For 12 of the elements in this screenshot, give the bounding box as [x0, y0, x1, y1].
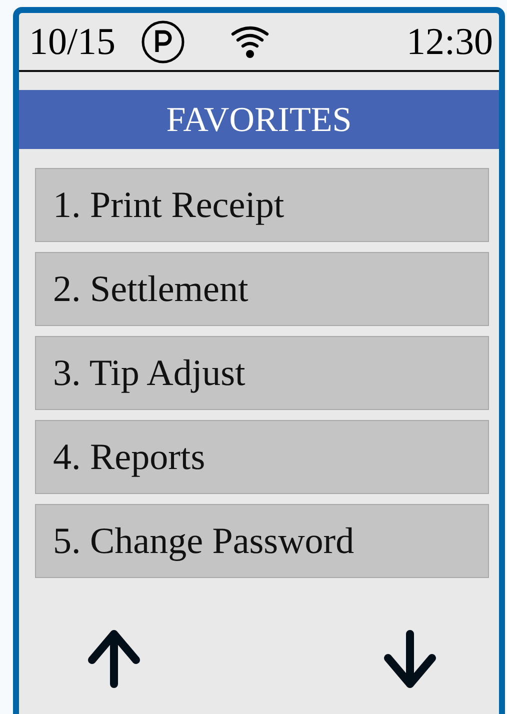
- date-text: 10/15: [29, 22, 116, 60]
- menu-item[interactable]: 3. Tip Adjust: [35, 336, 489, 410]
- menu-item[interactable]: 4. Reports: [35, 420, 489, 494]
- parking-icon: [140, 20, 185, 64]
- wifi-icon: [230, 24, 269, 58]
- menu-item[interactable]: 1. Print Receipt: [35, 168, 489, 242]
- time-text: 12:30: [406, 22, 493, 60]
- up-arrow-icon[interactable]: [87, 630, 141, 688]
- screen-title: FAVORITES: [19, 90, 499, 149]
- down-arrow-icon[interactable]: [383, 630, 437, 688]
- menu-item[interactable]: 2. Settlement: [35, 252, 489, 326]
- menu-item[interactable]: 5. Change Password: [35, 504, 489, 578]
